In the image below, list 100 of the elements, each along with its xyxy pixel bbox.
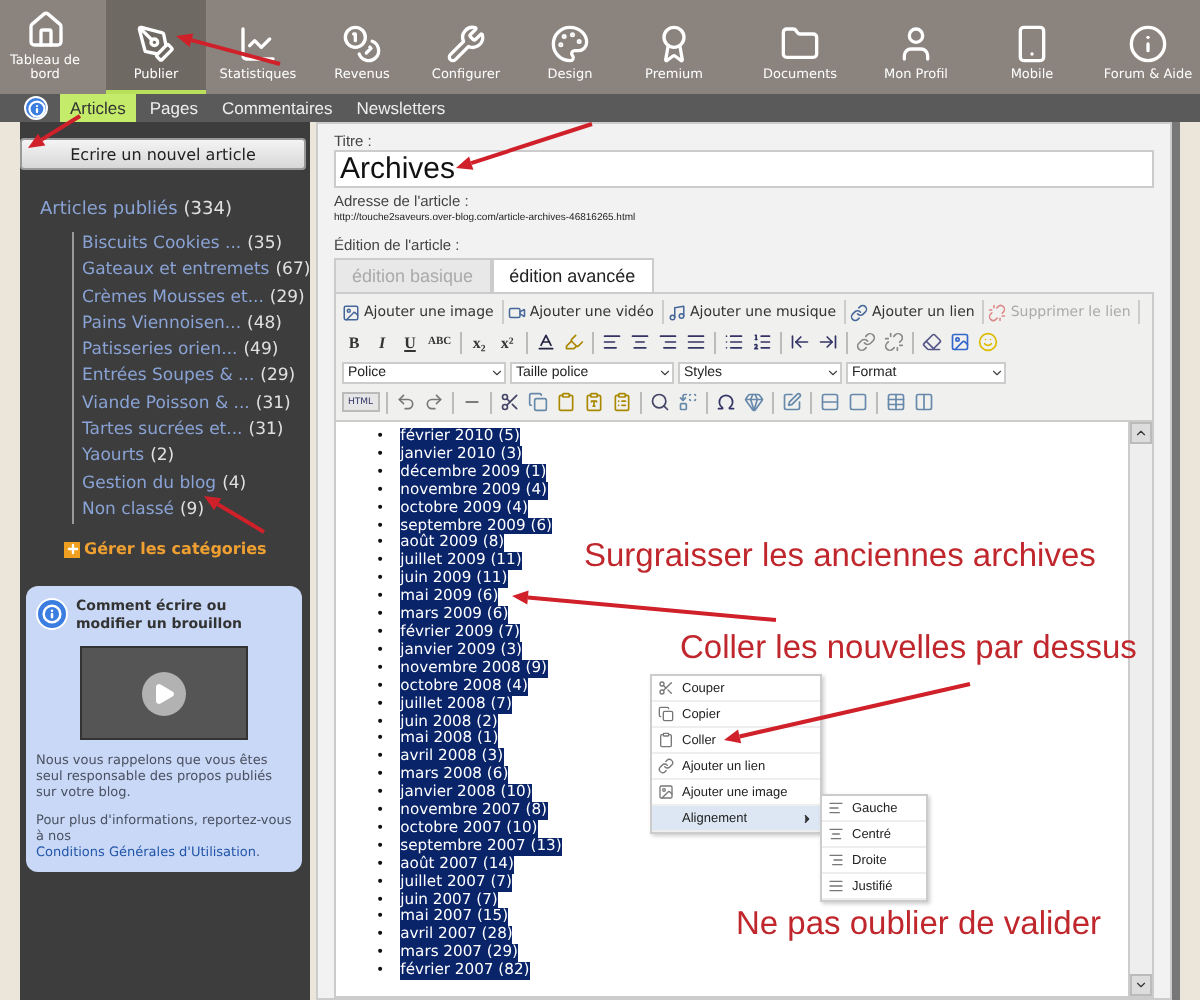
format-button[interactable]: x² bbox=[495, 330, 520, 354]
category-link[interactable]: Tartes sucrées et... bbox=[82, 418, 243, 445]
paste-text-icon[interactable] bbox=[581, 390, 606, 414]
manage-categories-link[interactable]: Gérer les catégories bbox=[84, 540, 267, 559]
nav-icon bbox=[342, 24, 382, 64]
category-link[interactable]: Gestion du blog bbox=[82, 471, 217, 498]
music-icon bbox=[667, 303, 686, 321]
unlink-icon[interactable] bbox=[881, 330, 906, 354]
category-count: (4) bbox=[222, 471, 247, 498]
category-link[interactable]: Biscuits Cookies ... bbox=[82, 232, 242, 259]
menu-item-icon bbox=[658, 706, 674, 722]
align-justify-icon[interactable] bbox=[683, 330, 708, 354]
nav-icon bbox=[136, 24, 176, 64]
new-article-button[interactable]: Ecrire un nouvel article bbox=[20, 138, 306, 170]
table-icon[interactable] bbox=[883, 390, 908, 414]
nav-icon bbox=[550, 24, 590, 64]
annotation-arrow bbox=[204, 496, 266, 534]
format-button[interactable]: U bbox=[398, 330, 422, 354]
menu-item-icon bbox=[658, 784, 674, 800]
nav-tab[interactable]: Newsletters bbox=[346, 94, 456, 122]
eraser-icon[interactable] bbox=[919, 330, 944, 354]
video-thumbnail[interactable] bbox=[80, 646, 248, 741]
category-link[interactable]: Patisseries orien... bbox=[82, 338, 238, 365]
scroll-up-icon[interactable] bbox=[1130, 422, 1152, 444]
format-button[interactable]: x₂ bbox=[467, 330, 492, 354]
info-icon[interactable] bbox=[24, 96, 48, 120]
dropdown-caret-icon bbox=[826, 365, 840, 379]
nav-tab[interactable]: Articles bbox=[60, 94, 136, 122]
redo-icon[interactable] bbox=[421, 390, 446, 414]
category-link[interactable]: Non classé bbox=[82, 497, 174, 525]
plus-icon bbox=[64, 541, 80, 558]
play-icon bbox=[142, 671, 186, 716]
category-link[interactable]: Entrées Soupes & ... bbox=[82, 364, 255, 392]
scroll-down-icon[interactable] bbox=[1130, 974, 1152, 996]
annotation-arrow bbox=[28, 114, 82, 148]
category-link[interactable]: Gateaux et entremets bbox=[82, 258, 270, 286]
nav-tab[interactable]: Commentaires bbox=[211, 94, 343, 122]
align-center-icon[interactable] bbox=[627, 330, 652, 354]
annotation-arrow bbox=[456, 122, 593, 170]
submenu-arrow-icon bbox=[800, 811, 814, 825]
category-link[interactable]: Pains Viennoisen... bbox=[82, 311, 242, 339]
category-count: (48) bbox=[247, 311, 282, 338]
align-icon bbox=[828, 852, 844, 868]
edit-icon[interactable] bbox=[779, 390, 804, 414]
square-icon[interactable] bbox=[845, 390, 870, 414]
align-right-icon[interactable] bbox=[655, 330, 680, 354]
annotation-text: Ne pas oublier de valider bbox=[736, 906, 1102, 944]
image-icon[interactable] bbox=[947, 330, 972, 354]
align-left-icon[interactable] bbox=[599, 330, 624, 354]
align-icon bbox=[828, 878, 844, 894]
search-icon[interactable] bbox=[647, 390, 672, 414]
published-articles-link[interactable]: Articles publiés bbox=[40, 200, 178, 220]
nav-icon bbox=[25, 10, 65, 50]
video-icon bbox=[507, 303, 526, 321]
text-color-icon[interactable] bbox=[533, 330, 558, 354]
numbered-list-icon[interactable] bbox=[749, 330, 774, 354]
annotation-text: Surgraisser les anciennes archives bbox=[584, 538, 1096, 576]
menu-item-icon bbox=[658, 732, 674, 748]
nav-icon bbox=[780, 24, 820, 64]
category-count: (9) bbox=[179, 497, 205, 524]
undo-icon[interactable] bbox=[393, 390, 418, 414]
category-count: (31) bbox=[255, 391, 291, 418]
indent-icon[interactable] bbox=[815, 330, 840, 354]
category-count: (2) bbox=[150, 444, 175, 471]
paste-list-icon[interactable] bbox=[609, 390, 634, 414]
align-icon bbox=[828, 826, 844, 842]
category-link[interactable]: Yaourts bbox=[82, 444, 145, 472]
columns-icon[interactable] bbox=[911, 390, 936, 414]
unlink-icon bbox=[988, 303, 1007, 321]
link-icon bbox=[850, 303, 869, 321]
editor-tab[interactable]: édition avancée bbox=[491, 258, 654, 292]
format-button[interactable]: I bbox=[370, 330, 394, 354]
category-link[interactable]: Viande Poisson & ... bbox=[82, 391, 250, 419]
dropdown-caret-icon bbox=[490, 365, 504, 379]
category-count: (35) bbox=[247, 232, 283, 258]
outdent-icon[interactable] bbox=[787, 330, 812, 354]
cut-icon[interactable] bbox=[497, 390, 522, 414]
annotation-text: Coller les nouvelles par dessus bbox=[680, 630, 1137, 668]
rows-icon[interactable] bbox=[817, 390, 842, 414]
menu-item-icon bbox=[658, 680, 674, 696]
category-count: (29) bbox=[269, 285, 305, 312]
category-count: (31) bbox=[248, 418, 284, 445]
annotation-arrow bbox=[176, 33, 281, 66]
format-button[interactable]: B bbox=[342, 330, 366, 354]
nav-tab[interactable]: Pages bbox=[139, 94, 208, 122]
nav-icon bbox=[238, 24, 278, 64]
image-icon bbox=[342, 303, 360, 321]
paste-icon[interactable] bbox=[553, 390, 578, 414]
link-icon[interactable] bbox=[853, 330, 878, 354]
dropdown-caret-icon bbox=[990, 365, 1004, 379]
nav-icon bbox=[446, 24, 486, 64]
category-count: (29) bbox=[260, 364, 296, 391]
dropdown-caret-icon bbox=[658, 365, 672, 379]
title-field[interactable]: Archives bbox=[334, 150, 1154, 188]
category-count: (49) bbox=[243, 338, 279, 365]
info-icon bbox=[36, 598, 68, 631]
menu-item-icon bbox=[658, 758, 674, 774]
article-count: (334) bbox=[183, 200, 232, 220]
omega-icon[interactable] bbox=[713, 390, 738, 414]
category-link[interactable]: Crèmes Mousses et... bbox=[82, 285, 264, 312]
